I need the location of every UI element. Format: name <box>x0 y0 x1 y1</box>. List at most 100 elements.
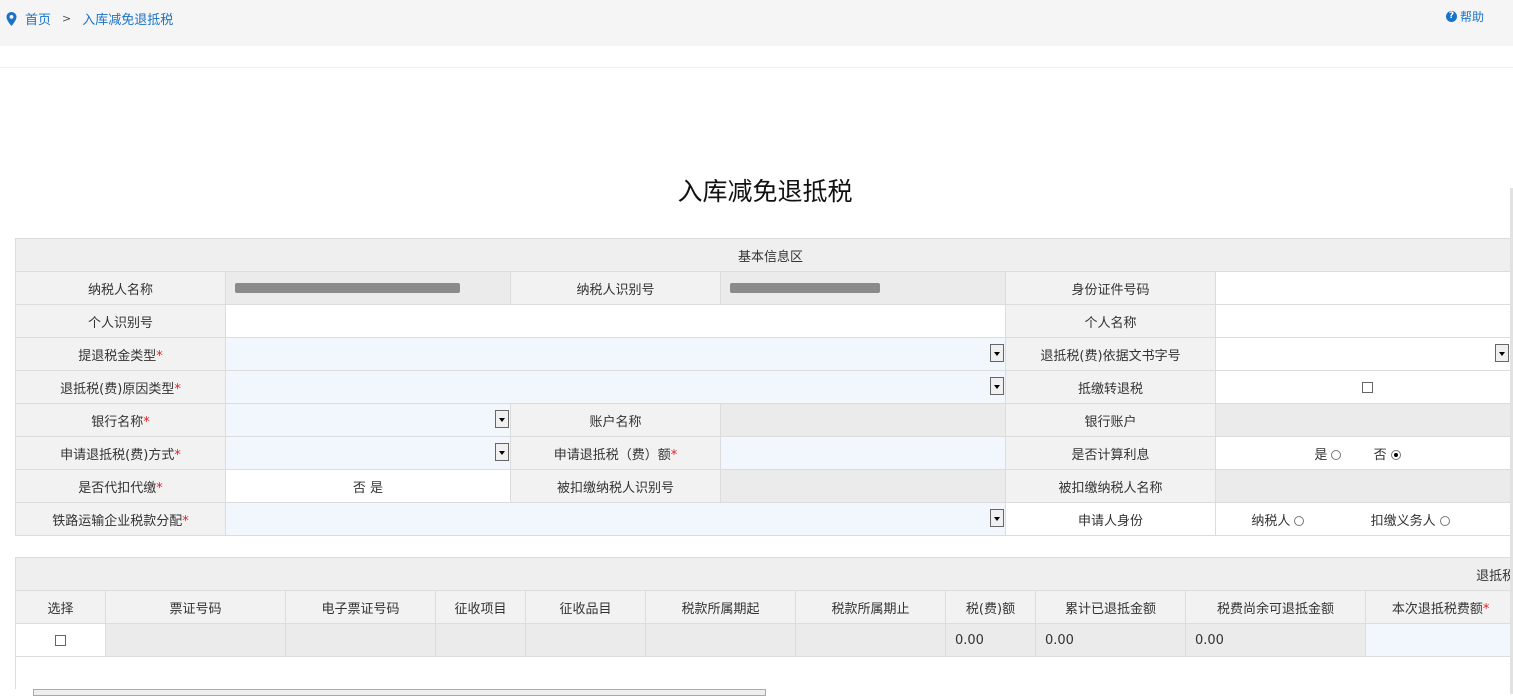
bank-account-label: 银行账户 <box>1006 404 1216 437</box>
col-header-select: 选择 <box>16 591 106 624</box>
bank-name-text: 银行名称 <box>91 415 143 430</box>
withheld-name-value <box>1216 470 1513 503</box>
col-header-tax-amount: 税(费)额 <box>946 591 1036 624</box>
basis-doc-select[interactable] <box>1216 338 1513 371</box>
table-footer <box>16 657 1513 690</box>
applicant-withholder-radio[interactable] <box>1440 516 1450 526</box>
required-mark: * <box>174 448 181 463</box>
calc-interest-options: 是 否 <box>1216 437 1513 470</box>
apply-amount-text: 申请退抵税（费）额 <box>554 448 671 463</box>
chevron-down-icon[interactable] <box>990 344 1004 362</box>
current-refund-text: 本次退抵税费额 <box>1392 602 1483 617</box>
refund-fund-type-label: 提退税金类型* <box>16 338 226 371</box>
calc-interest-yes-radio[interactable] <box>1331 450 1341 460</box>
row-select-checkbox[interactable] <box>55 635 66 646</box>
apply-method-text: 申请退抵税(费)方式 <box>60 448 174 463</box>
withheld-id-value <box>721 470 1006 503</box>
col-header-current-refund: 本次退抵税费额* <box>1366 591 1513 624</box>
bank-account-value <box>1216 404 1513 437</box>
required-mark: * <box>182 514 189 529</box>
calc-interest-no-label: 否 <box>1374 448 1387 463</box>
col-header-refunded-total: 累计已退抵金额 <box>1036 591 1186 624</box>
redacted-block <box>730 283 880 293</box>
divider <box>0 67 1513 68</box>
basis-doc-label: 退抵税(费)依据文书字号 <box>1006 338 1216 371</box>
reason-type-text: 退抵税(费)原因类型 <box>60 382 174 397</box>
top-bar: 首页 > 入库减免退抵税 ? 帮助 <box>0 0 1513 46</box>
apply-amount-input[interactable] <box>721 437 1006 470</box>
apply-method-select[interactable] <box>226 437 511 470</box>
applicant-taxpayer-radio[interactable] <box>1294 516 1304 526</box>
railway-label: 铁路运输企业税款分配* <box>16 503 226 536</box>
calc-interest-yes-label: 是 <box>1314 448 1327 463</box>
required-mark: * <box>156 349 163 364</box>
chevron-down-icon[interactable] <box>495 410 509 428</box>
chevron-down-icon[interactable] <box>990 509 1004 527</box>
personal-id-label: 个人识别号 <box>16 305 226 338</box>
railway-text: 铁路运输企业税款分配 <box>52 514 182 529</box>
question-circle-icon: ? <box>1446 11 1457 22</box>
help-link[interactable]: ? 帮助 <box>1446 8 1484 25</box>
row-select-cell <box>16 624 106 657</box>
col-header-period-start: 税款所属期起 <box>646 591 796 624</box>
col-header-e-ticket-no: 电子票证号码 <box>286 591 436 624</box>
refund-fund-type-text: 提退税金类型 <box>78 349 156 364</box>
railway-select[interactable] <box>226 503 1006 536</box>
help-label: 帮助 <box>1460 8 1484 25</box>
levy-subitem-cell <box>526 624 646 657</box>
current-refund-input[interactable] <box>1366 624 1513 657</box>
page-title: 入库减免退抵税 <box>0 172 1513 208</box>
horizontal-scrollbar[interactable] <box>33 689 766 696</box>
id-doc-label: 身份证件号码 <box>1006 272 1216 305</box>
col-header-levy-item: 征收项目 <box>436 591 526 624</box>
id-doc-input[interactable] <box>1216 272 1513 305</box>
bank-name-label: 银行名称* <box>16 404 226 437</box>
taxpayer-name-label: 纳税人名称 <box>16 272 226 305</box>
refund-detail-table: 退抵税 选择 票证号码 电子票证号码 征收项目 征收品目 税款所属期起 税款所属… <box>15 557 1513 689</box>
offset-to-refund-checkbox[interactable] <box>1362 382 1373 393</box>
offset-to-refund-cell <box>1216 371 1513 404</box>
breadcrumb-home-link[interactable]: 首页 <box>25 9 51 28</box>
basic-info-section-title: 基本信息区 <box>16 239 1513 272</box>
breadcrumb-current-link[interactable]: 入库减免退抵税 <box>82 9 173 28</box>
required-mark: * <box>1483 602 1490 617</box>
personal-name-input[interactable] <box>1216 305 1513 338</box>
refunded-total-cell: 0.00 <box>1036 624 1186 657</box>
breadcrumb-separator: > <box>62 12 71 25</box>
withhold-value[interactable]: 否 是 <box>226 470 511 503</box>
reason-type-select[interactable] <box>226 371 1006 404</box>
withheld-id-label: 被扣缴纳税人识别号 <box>511 470 721 503</box>
taxpayer-name-value <box>226 272 511 305</box>
personal-name-label: 个人名称 <box>1006 305 1216 338</box>
chevron-down-icon[interactable] <box>495 443 509 461</box>
table-row: 0.00 0.00 0.00 <box>16 624 1513 657</box>
required-mark: * <box>671 448 678 463</box>
chevron-down-icon[interactable] <box>1495 344 1509 362</box>
reason-type-label: 退抵税(费)原因类型* <box>16 371 226 404</box>
applicant-label: 申请人身份 <box>1006 503 1216 536</box>
period-end-cell <box>796 624 946 657</box>
remaining-cell: 0.00 <box>1186 624 1366 657</box>
levy-item-cell <box>436 624 526 657</box>
withhold-text: 是否代扣代缴 <box>78 481 156 496</box>
tax-amount-cell: 0.00 <box>946 624 1036 657</box>
calc-interest-label: 是否计算利息 <box>1006 437 1216 470</box>
ticket-no-cell <box>106 624 286 657</box>
account-name-value <box>721 404 1006 437</box>
redacted-block <box>235 283 460 293</box>
breadcrumb: 首页 > 入库减免退抵税 <box>6 9 173 28</box>
personal-id-input[interactable] <box>226 305 1006 338</box>
bank-name-select[interactable] <box>226 404 511 437</box>
refund-fund-type-select[interactable] <box>226 338 1006 371</box>
calc-interest-no-radio[interactable] <box>1391 450 1401 460</box>
col-header-remaining: 税费尚余可退抵金额 <box>1186 591 1366 624</box>
required-mark: * <box>174 382 181 397</box>
required-mark: * <box>156 481 163 496</box>
withheld-name-label: 被扣缴纳税人名称 <box>1006 470 1216 503</box>
applicant-taxpayer-label: 纳税人 <box>1251 514 1290 529</box>
account-name-label: 账户名称 <box>511 404 721 437</box>
period-start-cell <box>646 624 796 657</box>
taxpayer-id-label: 纳税人识别号 <box>511 272 721 305</box>
required-mark: * <box>143 415 150 430</box>
chevron-down-icon[interactable] <box>990 377 1004 395</box>
